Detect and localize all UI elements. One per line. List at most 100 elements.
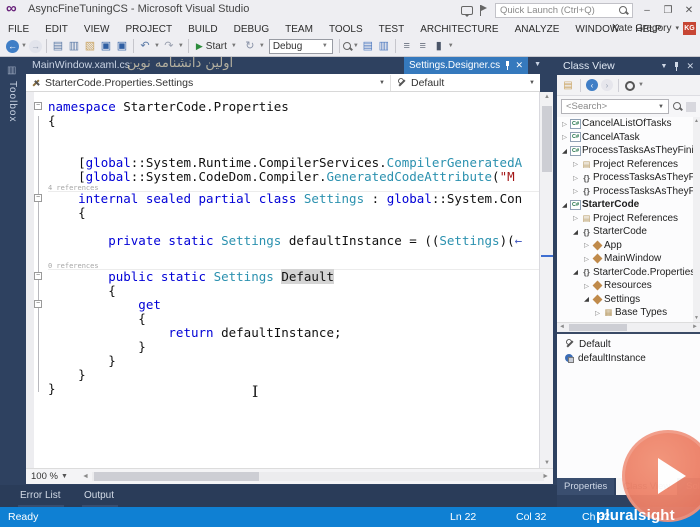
new-project-icon[interactable]: ▤ <box>50 38 66 54</box>
class-view-search-input[interactable]: <Search> ▼ <box>561 99 669 114</box>
member-dropdown[interactable]: Default ▼ <box>392 75 540 91</box>
nav-back-icon[interactable]: ← <box>6 39 19 53</box>
close-button[interactable]: ✕ <box>682 5 696 16</box>
increase-indent-icon[interactable]: ≡ <box>415 38 431 54</box>
dropdown-caret-icon[interactable]: ▼ <box>154 43 160 49</box>
tree-item-project-references[interactable]: ▷ ▤ Project References <box>557 212 693 226</box>
solution-configuration-combobox[interactable]: Debug ▼ <box>268 38 333 54</box>
tab-close-icon[interactable]: ✕ <box>515 60 523 71</box>
scroll-down-icon[interactable]: ▼ <box>693 315 700 321</box>
tree-item-mainwindow[interactable]: ▷ MainWindow <box>557 252 693 266</box>
tab-settings-designer[interactable]: Settings.Designer.cs ✕ <box>404 57 528 74</box>
collapsed-icon[interactable]: ▷ <box>582 282 591 290</box>
expanded-icon[interactable]: ◢ <box>560 147 569 155</box>
save-all-icon[interactable]: ▣ <box>114 38 130 54</box>
collapsed-icon[interactable]: ▷ <box>560 133 569 141</box>
zoom-dropdown[interactable]: 100 % ▼ <box>28 470 78 483</box>
view-settings-gear-icon[interactable] <box>624 80 635 91</box>
menu-test[interactable]: TEST <box>371 24 413 35</box>
restore-button[interactable]: ❐ <box>661 5 675 16</box>
tree-item-project-references[interactable]: ▷ ▤ Project References <box>557 158 693 172</box>
dropdown-caret-icon[interactable]: ▼ <box>231 43 237 49</box>
start-debugging-button[interactable]: ▶ Start ▼ <box>192 41 242 52</box>
tree-horizontal-scrollbar[interactable]: ◄ ► <box>557 322 700 332</box>
tree-item-cancelalistoftasks[interactable]: ▷ C# CancelAListOfTasks <box>557 117 693 131</box>
user-avatar[interactable]: KG <box>683 21 696 35</box>
add-item-icon[interactable]: ▥ <box>66 38 82 54</box>
collapsed-icon[interactable]: ▷ <box>560 120 569 128</box>
tree-item-processtasksastheyfinish[interactable]: ◢ C# ProcessTasksAsTheyFinish <box>557 144 693 158</box>
pin-icon[interactable] <box>504 61 511 70</box>
scrollbar-thumb[interactable] <box>542 106 552 172</box>
tab-list-dropdown-icon[interactable]: ▼ <box>534 61 541 68</box>
expanded-icon[interactable]: ◢ <box>571 228 580 236</box>
dropdown-caret-icon[interactable]: ▼ <box>259 43 265 49</box>
tree-item-startercode[interactable]: ◢ C# StarterCode <box>557 198 693 212</box>
collapsed-icon[interactable]: ▷ <box>571 214 580 222</box>
search-icon[interactable] <box>673 102 682 111</box>
user-name[interactable]: Kate Gregory <box>612 23 671 34</box>
dropdown-caret-icon[interactable]: ▼ <box>353 43 359 49</box>
quick-launch-input[interactable]: Quick Launch (Ctrl+Q) <box>495 2 633 18</box>
collapsed-icon[interactable]: ▷ <box>571 174 580 182</box>
menu-architecture[interactable]: ARCHITECTURE <box>412 24 506 35</box>
tree-item-processtasksastheyfinish[interactable]: ▷{}ProcessTasksAsTheyFinish <box>557 171 693 185</box>
nav-forward-icon[interactable]: → <box>28 39 42 53</box>
collapsed-icon[interactable]: ▷ <box>582 255 591 263</box>
scrollbar-thumb[interactable] <box>94 472 259 481</box>
collapsed-icon[interactable]: ▷ <box>571 187 580 195</box>
close-icon[interactable]: ✕ <box>686 61 694 72</box>
code-editor[interactable]: − − − − namespace StarterCode.Properties… <box>26 92 539 468</box>
bookmark-icon[interactable]: ▮ <box>431 38 447 54</box>
dropdown-caret-icon[interactable]: ▼ <box>21 43 27 49</box>
solution-explorer-icon[interactable]: ▤ <box>360 38 376 54</box>
menu-build[interactable]: BUILD <box>180 24 225 35</box>
member-item-default[interactable]: Default <box>557 337 700 351</box>
dropdown-caret-icon[interactable]: ▼ <box>638 82 644 88</box>
toolbox-strip[interactable]: ▥ Toolbox <box>0 57 26 485</box>
collapsed-icon[interactable]: ▷ <box>582 241 591 249</box>
find-in-files-icon[interactable] <box>342 41 352 51</box>
panel-tab-properties[interactable]: Properties <box>557 478 615 495</box>
forward-icon[interactable]: › <box>601 79 613 91</box>
properties-window-icon[interactable]: ▥ <box>376 38 392 54</box>
menu-team[interactable]: TEAM <box>277 24 321 35</box>
menu-analyze[interactable]: ANALYZE <box>507 24 568 35</box>
back-icon[interactable]: ‹ <box>586 79 598 91</box>
tree-item-settings[interactable]: ◢ Settings <box>557 293 693 307</box>
tab-error-list[interactable]: Error List <box>18 490 64 510</box>
tree-item-resources[interactable]: ▷ Resources <box>557 279 693 293</box>
refresh-icon[interactable]: ↻ <box>242 38 258 54</box>
notifications-flag-icon[interactable] <box>480 4 488 16</box>
expanded-icon[interactable]: ◢ <box>571 268 580 276</box>
tree-item-base-types[interactable]: ▷ ▦ Base Types <box>557 306 693 320</box>
scrollbar-thumb[interactable] <box>569 324 627 331</box>
menu-debug[interactable]: DEBUG <box>226 24 278 35</box>
undo-icon[interactable]: ↶ <box>137 38 153 54</box>
expanded-icon[interactable]: ◢ <box>582 295 591 303</box>
scroll-left-icon[interactable]: ◄ <box>559 324 565 330</box>
expanded-icon[interactable]: ◢ <box>560 201 569 209</box>
tree-item-app[interactable]: ▷ App <box>557 239 693 253</box>
type-dropdown[interactable]: StarterCode.Properties.Settings ▼ <box>26 75 391 91</box>
tab-output[interactable]: Output <box>82 490 118 510</box>
menu-file[interactable]: FILE <box>0 24 37 35</box>
scroll-up-icon[interactable]: ▲ <box>540 94 554 100</box>
dropdown-caret-icon[interactable]: ▼ <box>178 43 184 49</box>
scroll-right-icon[interactable]: ► <box>692 324 698 330</box>
pin-icon[interactable] <box>673 61 680 71</box>
editor-horizontal-scrollbar[interactable] <box>92 472 544 481</box>
tree-item-startercode[interactable]: ◢{} StarterCode <box>557 225 693 239</box>
user-dropdown-caret-icon[interactable]: ▾ <box>675 24 679 32</box>
tree-item-startercode-properties[interactable]: ◢{} StarterCode.Properties <box>557 266 693 280</box>
member-item-defaultinstance[interactable]: defaultInstance <box>557 351 700 365</box>
tree-vertical-scrollbar[interactable]: ▲ ▼ <box>693 117 700 322</box>
scroll-up-icon[interactable]: ▲ <box>693 118 700 124</box>
tree-item-cancelatask[interactable]: ▷ C# CancelATask <box>557 131 693 145</box>
menu-tools[interactable]: TOOLS <box>321 24 371 35</box>
dropdown-caret-icon[interactable]: ▼ <box>322 43 328 49</box>
new-folder-icon[interactable]: ▤ <box>561 78 575 92</box>
class-view-header[interactable]: Class View ▼ ✕ <box>557 57 700 75</box>
window-position-dropdown-icon[interactable]: ▼ <box>661 63 668 70</box>
collapsed-icon[interactable]: ▷ <box>571 160 580 168</box>
